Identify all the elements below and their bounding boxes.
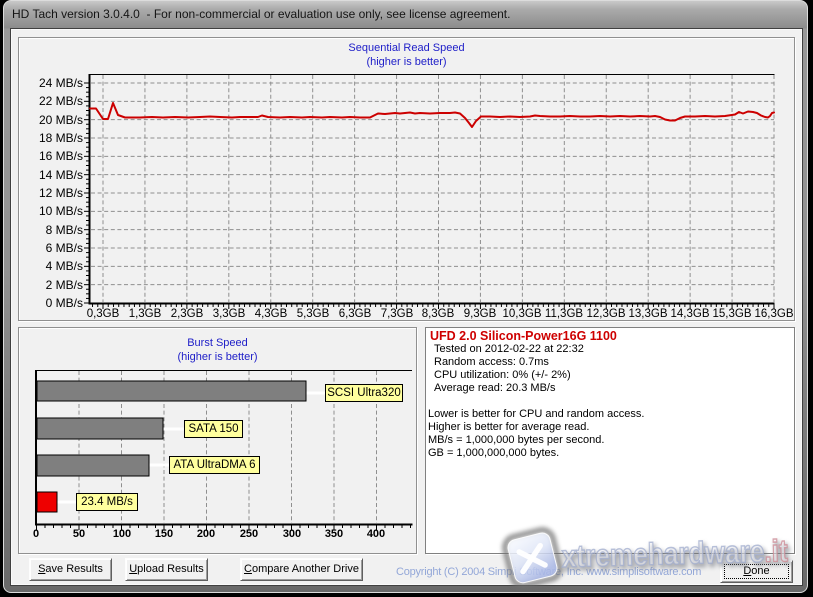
svg-text:xtremehardware.it: xtremehardware.it <box>561 533 788 574</box>
